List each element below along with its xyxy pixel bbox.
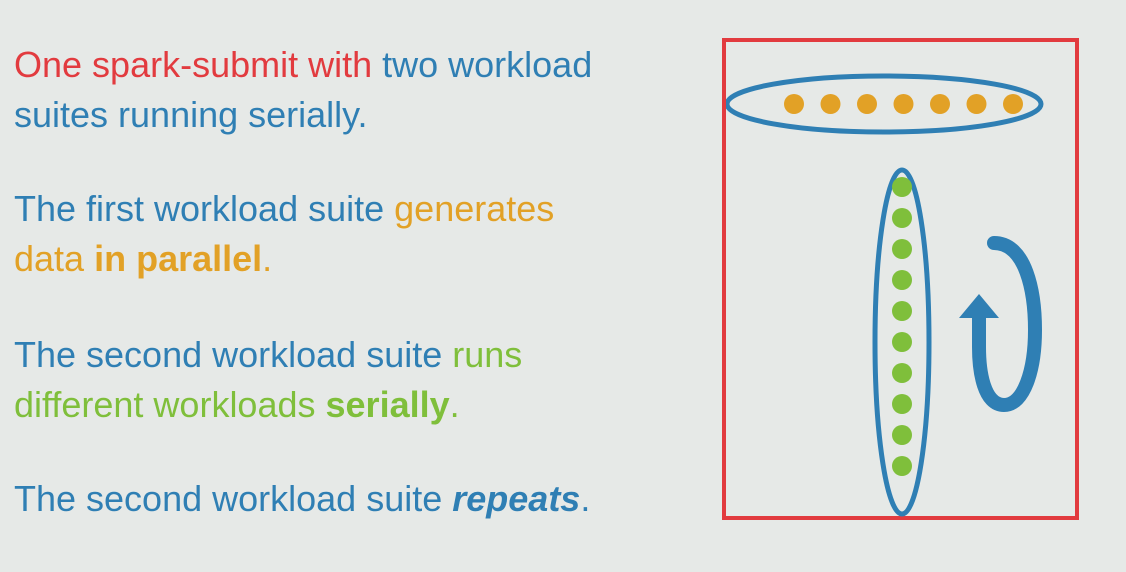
- text-span: The first workload suite: [14, 188, 395, 229]
- parallel-suite-group: [726, 73, 1044, 135]
- serial-task-dot: [892, 177, 912, 197]
- text-span: serially: [325, 384, 450, 425]
- parallel-task-dot: [966, 94, 987, 114]
- workload-diagram-svg: [726, 73, 1044, 517]
- text-span: different workloads: [14, 384, 326, 425]
- parallel-task-dot: [930, 94, 950, 114]
- serial-task-dot: [892, 425, 912, 445]
- serial-task-dot: [892, 270, 912, 290]
- serial-task-dot: [892, 332, 912, 352]
- text-span: .: [262, 238, 273, 279]
- paragraph-first-suite: The first workload suite generates data i…: [14, 184, 694, 284]
- text-span: .: [580, 478, 591, 519]
- repeat-arrow-head: [959, 294, 999, 318]
- parallel-task-dot: [857, 94, 877, 114]
- parallel-task-dot: [820, 94, 841, 114]
- slide: One spark-submit with two workload suites…: [0, 0, 1126, 560]
- workload-diagram: [722, 38, 1079, 520]
- serial-task-dot: [892, 239, 912, 259]
- paragraph-spark-submit: One spark-submit with two workload suites…: [14, 40, 694, 140]
- serial-task-dot: [892, 456, 912, 476]
- text-span: The second workload suite: [14, 334, 453, 375]
- serial-task-dot: [892, 301, 912, 321]
- parallel-task-dot: [784, 94, 804, 114]
- text-span: two workload: [382, 44, 593, 85]
- parallel-suite-ellipse: [726, 73, 1044, 135]
- serial-task-dot: [892, 394, 912, 414]
- serial-suite-group: [872, 167, 932, 517]
- serial-task-dot: [892, 208, 912, 228]
- text-span: runs: [452, 334, 523, 375]
- circular-repeat-arrow-icon: [959, 236, 1043, 413]
- text-span: repeats: [452, 478, 581, 519]
- paragraph-second-suite-serial: The second workload suite runs different …: [14, 330, 694, 430]
- parallel-task-dot: [893, 94, 914, 114]
- text-span: generates: [394, 188, 555, 229]
- paragraph-second-suite-repeats: The second workload suite repeats.: [14, 474, 694, 524]
- text-span: in parallel: [94, 238, 263, 279]
- parallel-task-dot: [1003, 94, 1023, 114]
- text-span: The second workload suite: [14, 478, 453, 519]
- text-span: suites running serially.: [14, 94, 368, 135]
- text-span: data: [14, 238, 95, 279]
- slide-text-column: One spark-submit with two workload suites…: [14, 40, 694, 572]
- repeat-arrow-shaft: [972, 236, 1043, 413]
- text-span: .: [449, 384, 460, 425]
- serial-task-dot: [892, 363, 912, 383]
- text-span: One spark-submit with: [14, 44, 383, 85]
